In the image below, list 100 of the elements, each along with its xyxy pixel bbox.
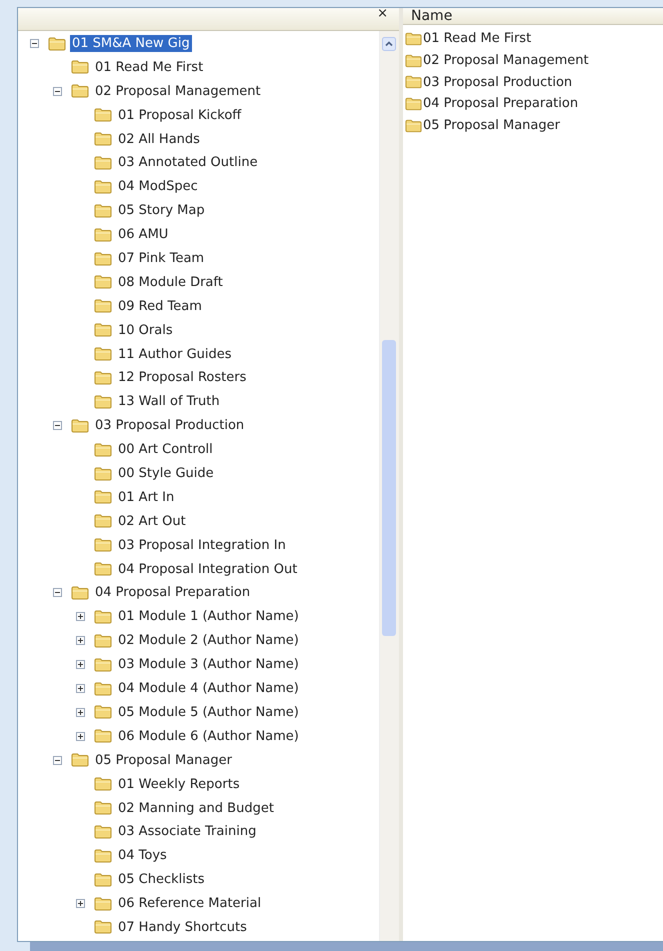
folder-icon — [405, 96, 422, 111]
expand-icon[interactable] — [76, 684, 85, 694]
tree-item[interactable]: 13 Wall of Truth — [116, 393, 222, 410]
folder-icon — [71, 84, 89, 98]
folder-name[interactable]: 04 Proposal Preparation — [423, 96, 578, 112]
collapse-icon[interactable] — [30, 39, 39, 48]
folder-icon — [94, 108, 112, 122]
folder-icon — [94, 610, 112, 624]
tree-item[interactable]: 01 SM&A New Gig — [70, 35, 192, 52]
tree-item[interactable]: 03 Annotated Outline — [116, 154, 260, 172]
folder-icon — [94, 299, 112, 314]
collapse-icon[interactable] — [53, 421, 62, 430]
folder-icon — [94, 658, 112, 672]
scroll-thumb[interactable] — [382, 340, 396, 636]
close-button[interactable]: × — [374, 8, 391, 20]
tree-item[interactable]: 05 Story Map — [116, 202, 207, 220]
folder-icon — [71, 60, 89, 74]
scrollbar[interactable] — [379, 31, 399, 941]
folder-icon — [94, 729, 112, 744]
folder-icon — [48, 36, 66, 50]
tree-item[interactable]: 01 Module 1 (Author Name) — [116, 608, 301, 626]
folder-icon — [405, 54, 422, 68]
tree-item[interactable]: 07 Pink Team — [116, 250, 206, 268]
expand-icon[interactable] — [76, 732, 85, 741]
tree-item[interactable]: 08 Module Draft — [116, 274, 225, 291]
collapse-icon[interactable] — [53, 756, 62, 765]
tree-item[interactable]: 02 All Hands — [116, 130, 202, 148]
folder-icon — [405, 118, 422, 133]
folder-icon — [94, 562, 112, 576]
tree-item[interactable]: 03 Associate Training — [116, 823, 258, 840]
folder-icon — [94, 801, 112, 815]
tree-item[interactable]: 04 Toys — [116, 847, 169, 864]
tree-item[interactable]: 01 Read Me First — [93, 58, 206, 76]
tree-item[interactable]: 06 Reference Material — [116, 895, 264, 912]
tree-item[interactable]: 11 Author Guides — [116, 346, 234, 363]
tree-item[interactable]: 02 Art Out — [116, 512, 188, 530]
tree-item[interactable]: 04 ModSpec — [116, 178, 200, 196]
folder-icon — [94, 896, 112, 911]
expand-icon[interactable] — [76, 636, 85, 646]
tree-item[interactable]: 02 Manning and Budget — [116, 800, 276, 816]
folder-icon — [71, 586, 89, 600]
tree-item[interactable]: 00 Art Controll — [116, 441, 215, 458]
tree-item[interactable]: 05 Proposal Manager — [93, 752, 234, 769]
tree-item[interactable]: 06 Module 6 (Author Name) — [116, 728, 301, 745]
folder-icon — [94, 347, 112, 362]
folder-icon — [94, 132, 112, 146]
tree-item[interactable]: 04 Module 4 (Author Name) — [116, 680, 301, 698]
folder-icon — [94, 394, 112, 409]
tree-item[interactable]: 05 Checklists — [116, 871, 207, 888]
expand-icon[interactable] — [76, 899, 85, 908]
folder-icon — [405, 75, 422, 90]
scroll-up-icon[interactable] — [382, 37, 396, 51]
tree-item[interactable]: 04 Proposal Preparation — [93, 584, 252, 602]
folder-icon — [94, 252, 112, 266]
tree-item[interactable]: 03 Proposal Integration In — [116, 536, 288, 554]
folder-name[interactable]: 02 Proposal Management — [423, 53, 589, 68]
tree-item[interactable]: 01 Weekly Reports — [116, 776, 242, 793]
folder-name[interactable]: 01 Read Me First — [423, 31, 532, 46]
folder-icon — [94, 777, 112, 792]
collapse-icon[interactable] — [53, 86, 62, 96]
folder-icon — [94, 466, 112, 481]
folder-icon — [94, 824, 112, 839]
folder-icon — [71, 418, 89, 433]
expand-icon[interactable] — [76, 708, 85, 717]
tree-item[interactable]: 01 Art In — [116, 488, 176, 506]
tree-item[interactable]: 03 Module 3 (Author Name) — [116, 656, 301, 674]
folder-icon — [94, 275, 112, 290]
tree-item[interactable]: 09 Red Team — [116, 298, 204, 315]
tree-item[interactable]: 01 Proposal Kickoff — [116, 106, 244, 124]
folder-icon — [94, 634, 112, 648]
folder-icon — [71, 753, 89, 768]
tree-item[interactable]: 07 Handy Shortcuts — [116, 918, 249, 936]
folder-icon — [94, 228, 112, 242]
folder-icon — [94, 682, 112, 696]
folder-icon — [94, 204, 112, 218]
tree-item[interactable]: 02 Proposal Management — [93, 82, 263, 100]
folder-icon — [94, 705, 112, 720]
folder-icon — [94, 180, 112, 194]
folder-icon — [94, 538, 112, 552]
folder-icon — [405, 32, 422, 46]
tree-item[interactable]: 04 Proposal Integration Out — [116, 560, 300, 578]
folder-icon — [94, 514, 112, 528]
tree-item[interactable]: 10 Orals — [116, 322, 175, 339]
folder-icon — [94, 872, 112, 887]
tree-item[interactable]: 02 Module 2 (Author Name) — [116, 632, 301, 650]
collapse-icon[interactable] — [53, 588, 62, 598]
column-header[interactable]: Name — [403, 8, 663, 25]
folder-icon — [94, 490, 112, 504]
folder-icon — [94, 848, 112, 863]
folder-name[interactable]: 05 Proposal Manager — [423, 118, 560, 134]
expand-icon[interactable] — [76, 612, 85, 622]
folder-icon — [94, 156, 112, 170]
folder-name[interactable]: 03 Proposal Production — [423, 74, 572, 90]
tree-item[interactable]: 05 Module 5 (Author Name) — [116, 704, 301, 721]
tree-item[interactable]: 00 Style Guide — [116, 465, 216, 482]
tree-item[interactable]: 03 Proposal Production — [93, 417, 246, 434]
expand-icon[interactable] — [76, 660, 85, 670]
folder-icon — [94, 370, 112, 385]
tree-item[interactable]: 12 Proposal Rosters — [116, 369, 248, 386]
tree-item[interactable]: 06 AMU — [116, 226, 170, 244]
